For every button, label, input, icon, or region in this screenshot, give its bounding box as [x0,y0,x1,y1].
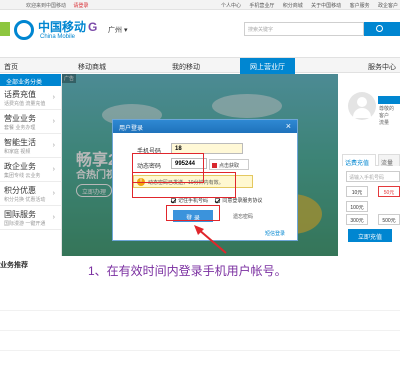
amount-option-selected[interactable]: 50元 [378,186,400,197]
right-panel: 尊敬的 客户 流量 话费充值 流量 请输入手机号码 10元 50元 100元 3… [338,74,400,256]
search-input[interactable]: 搜索关键字 [244,22,364,36]
nav-home[interactable]: 首页 [4,62,18,72]
amount-option[interactable]: 100元 [346,201,368,212]
sidebar-item-points[interactable]: 积分优惠 积分兑换 优惠活动 › [0,182,61,206]
amount-option[interactable]: 300元 [346,214,368,225]
sidebar-head: 全部业务分类 [0,74,61,86]
avatar [348,92,376,120]
sidebar-item-international[interactable]: 国际服务 国际漫游 一键开通 › [0,206,61,230]
recharge-tabs: 话费充值 流量 [342,154,400,167]
sidebar-item-recharge[interactable]: 话费充值 话费充值 流量充值 › [0,86,61,110]
dialog-title: 用户登录 [113,120,297,133]
tab-phone-recharge[interactable]: 话费充值 [342,154,376,167]
agree-label: 同意登录服务协议 [222,198,263,204]
search-button[interactable] [364,22,400,36]
greeting-line: 客户 [379,113,390,119]
main-nav: 首页 移动商城 我的移动 网上营业厅 服务中心 [0,57,400,74]
top-link-personal[interactable]: 个人中心 [221,3,241,9]
amount-option[interactable]: 10元 [346,186,368,197]
green-tab-decoration [0,22,10,36]
top-link-mobile-hall[interactable]: 手机营业厅 [249,3,274,9]
sidebar-item-business[interactable]: 营业业务 套餐 业务办理 › [0,110,61,134]
chevron-right-icon: › [52,94,55,101]
sidebar-item-sub: 积分兑换 优惠活动 [4,197,46,203]
user-greeting: 尊敬的 客户 流量 [379,106,394,127]
logo-text-cn[interactable]: 中国移动 [38,18,86,35]
user-body-icon [353,108,371,118]
login-link[interactable]: 请登录 [73,3,88,9]
forgot-password-link[interactable]: 遗忘密码 [233,213,253,220]
get-code-label: 点击获取 [219,163,240,169]
nav-my-mobile[interactable]: 我的移动 [172,62,200,72]
options-row: 记住手机号码 同意登录服务协议 [171,197,262,204]
highlight-login-button [166,205,220,221]
sidebar-item-sub: 集团专线 云业务 [4,173,41,179]
phone-number-value: 18 [175,146,182,152]
remember-checkbox[interactable] [171,198,176,204]
chevron-right-icon: › [52,214,55,221]
highlight-tip [132,172,236,198]
logo-text-en: China Mobile [40,34,76,40]
welcome-text: 欢迎来到中国移动 [26,3,67,9]
top-link-points[interactable]: 积分商城 [283,3,303,9]
sms-login-link[interactable]: 短信登录 [265,230,285,237]
greeting-line: 流量 [379,120,390,126]
brand-g-icon: G [88,20,98,34]
sidebar-item-sub: 话费充值 流量充值 [4,101,46,107]
nav-online-hall[interactable]: 网上营业厅 [240,58,295,74]
sidebar-item-smart-life[interactable]: 智能生活 和家庭 视频 › [0,134,61,158]
sms-icon [212,163,217,169]
step-caption: 1、在有效时间内登录手机用户帐号。 [88,264,287,278]
recharge-phone-input[interactable]: 请输入手机号码 [346,171,400,182]
china-mobile-logo-icon[interactable] [14,20,34,40]
tab-data-recharge[interactable]: 流量 [378,154,400,167]
sidebar-item-title: 积分优惠 [4,186,36,195]
chevron-right-icon: › [52,166,55,173]
nav-mall[interactable]: 移动商城 [78,62,106,72]
sidebar-item-title: 话费充值 [4,90,36,99]
recommend-heading: 业务推荐 [0,262,28,269]
nav-service[interactable]: 服务中心 [368,62,396,72]
chevron-right-icon: › [52,142,55,149]
search-icon [376,25,383,32]
sidebar-item-sub: 和家庭 视频 [4,149,31,155]
top-links: 个人中心 手机营业厅 积分商城 关于中国移动 客户服务 政企客户 [214,2,398,9]
side-login-button[interactable] [378,96,400,104]
divider [0,330,400,331]
top-link-about[interactable]: 关于中国移动 [311,3,341,9]
close-icon[interactable]: × [286,121,291,131]
top-link-service[interactable]: 客户服务 [350,3,370,9]
user-head-icon [357,97,367,107]
top-bar: 欢迎来到中国移动 请登录 个人中心 手机营业厅 积分商城 关于中国移动 客户服务… [0,0,400,10]
top-link-enterprise[interactable]: 政企客户 [378,3,398,9]
remember-label: 记住手机号码 [178,198,209,204]
divider [0,310,400,311]
sidebar-item-title: 政企业务 [4,162,36,171]
recharge-button[interactable]: 立即充值 [348,229,392,242]
amount-option[interactable]: 500元 [378,214,400,225]
get-code-button[interactable]: 点击获取 [209,159,249,170]
sidebar-item-title: 营业业务 [4,114,36,123]
sidebar-item-sub: 套餐 业务办理 [4,125,36,131]
category-sidebar: 全部业务分类 话费充值 话费充值 流量充值 › 营业业务 套餐 业务办理 › 智… [0,74,62,256]
sidebar-item-enterprise[interactable]: 政企业务 集团专线 云业务 › [0,158,61,182]
sidebar-item-sub: 国际漫游 一键开通 [4,221,46,227]
chevron-right-icon: › [52,118,55,125]
chevron-right-icon: › [52,190,55,197]
divider [0,350,400,351]
sidebar-item-title: 国际服务 [4,210,36,219]
sidebar-item-title: 智能生活 [4,138,36,147]
agree-checkbox[interactable] [215,198,221,204]
top-bar-left: 欢迎来到中国移动 请登录 [26,2,88,9]
annotation-arrow-icon [194,225,227,254]
city-selector[interactable]: 广州 ▾ [108,25,127,35]
greeting-line: 尊敬的 [379,106,395,112]
page-bottom-area [0,300,400,370]
